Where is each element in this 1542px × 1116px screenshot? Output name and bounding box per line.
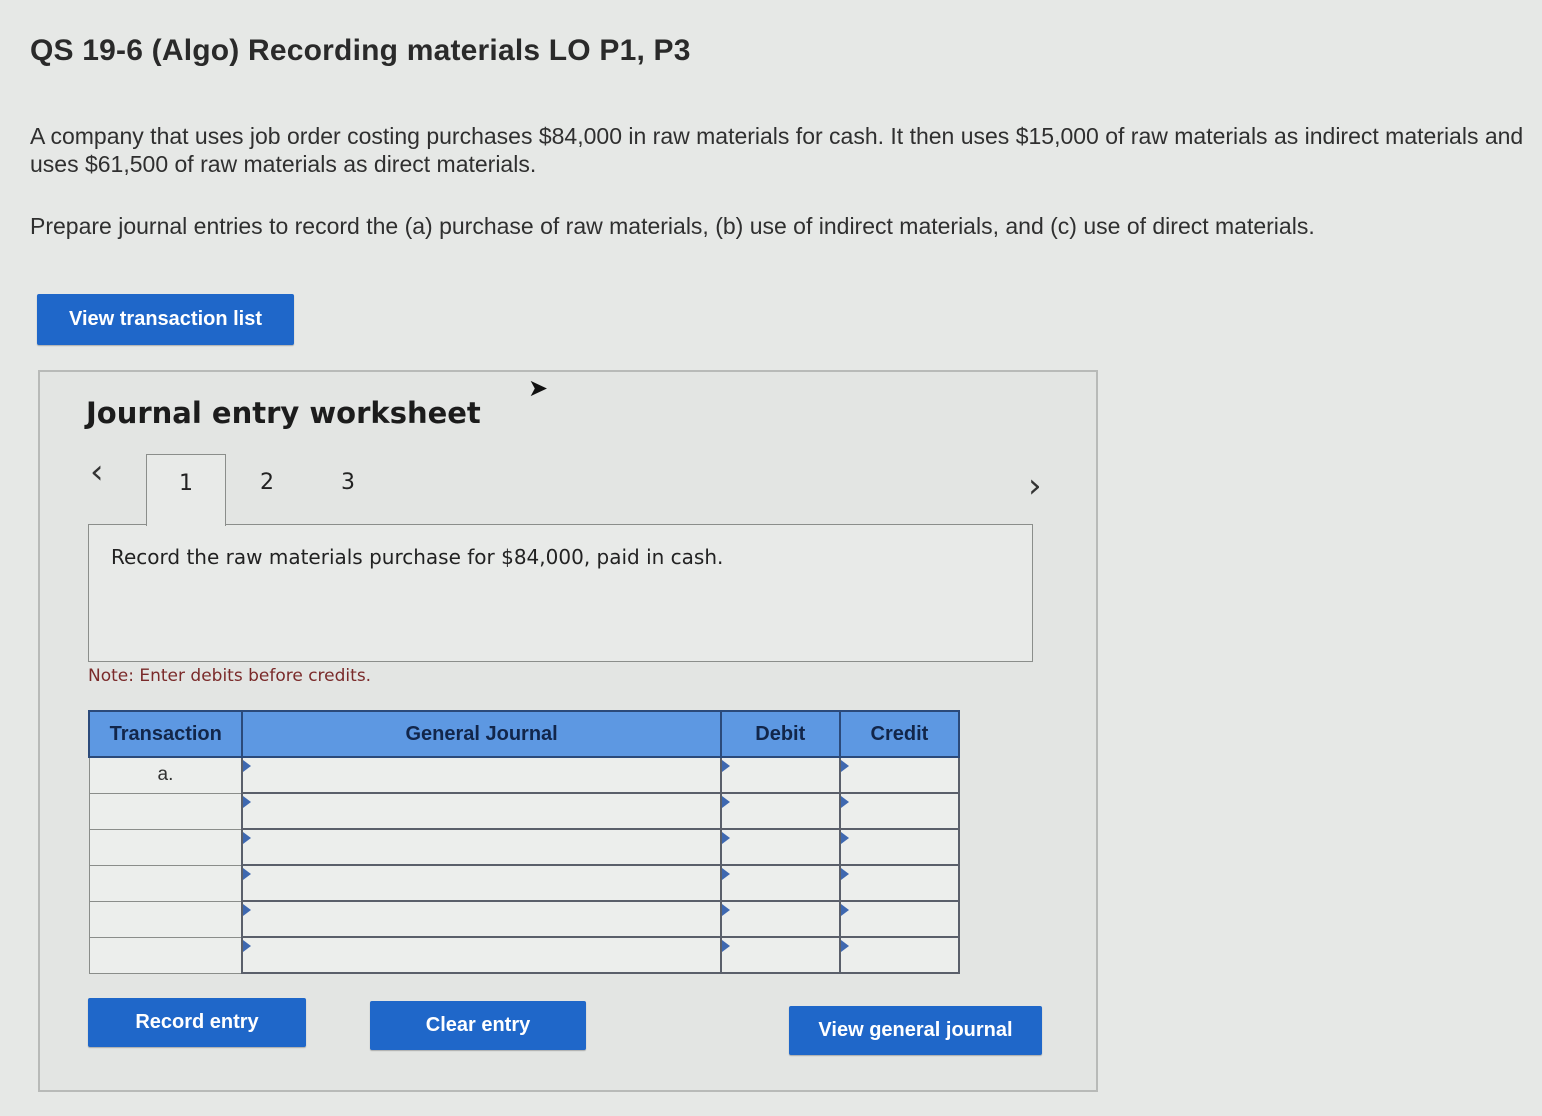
table-row: a. bbox=[88, 756, 961, 794]
page-title: QS 19-6 (Algo) Recording materials LO P1… bbox=[30, 34, 691, 67]
debit-input[interactable] bbox=[719, 864, 841, 902]
prompt-text: Record the raw materials purchase for $8… bbox=[111, 545, 724, 569]
record-entry-button[interactable]: Record entry bbox=[88, 998, 306, 1047]
prompt-box: Record the raw materials purchase for $8… bbox=[88, 524, 1033, 662]
credit-input[interactable] bbox=[838, 900, 961, 938]
debit-input[interactable] bbox=[719, 828, 841, 866]
tab-1[interactable]: 1 bbox=[146, 454, 226, 526]
mouse-cursor-icon: ➤ bbox=[528, 375, 549, 402]
transaction-cell bbox=[88, 792, 243, 830]
debit-input[interactable] bbox=[719, 792, 841, 830]
worksheet-title: Journal entry worksheet bbox=[86, 396, 481, 430]
credit-input[interactable] bbox=[838, 828, 961, 866]
problem-instructions: Prepare journal entries to record the (a… bbox=[30, 213, 1315, 239]
credit-input[interactable] bbox=[838, 792, 961, 830]
table-row bbox=[88, 828, 961, 866]
column-header-credit: Credit bbox=[838, 710, 961, 758]
chevron-left-icon[interactable]: ‹ bbox=[90, 452, 104, 492]
account-input[interactable] bbox=[241, 936, 722, 974]
table-row bbox=[88, 900, 961, 938]
credit-input[interactable] bbox=[838, 936, 961, 974]
table-row bbox=[88, 792, 961, 830]
table-row bbox=[88, 864, 961, 902]
account-input[interactable] bbox=[241, 828, 722, 866]
column-header-debit: Debit bbox=[719, 710, 841, 758]
transaction-cell bbox=[88, 864, 243, 902]
debit-input[interactable] bbox=[719, 936, 841, 974]
credit-input[interactable] bbox=[838, 864, 961, 902]
column-header-transaction: Transaction bbox=[87, 710, 244, 758]
transaction-cell bbox=[88, 900, 243, 938]
note-text: Note: Enter debits before credits. bbox=[88, 666, 372, 686]
transaction-cell bbox=[88, 828, 243, 866]
problem-description: A company that uses job order costing pu… bbox=[30, 123, 1524, 177]
journal-table: Transaction General Journal Debit Credit… bbox=[87, 710, 961, 974]
credit-input[interactable] bbox=[838, 756, 961, 794]
view-general-journal-button[interactable]: View general journal bbox=[789, 1006, 1042, 1055]
view-transaction-list-button[interactable]: View transaction list bbox=[37, 294, 294, 345]
table-row bbox=[88, 936, 961, 974]
clear-entry-button[interactable]: Clear entry bbox=[370, 1001, 586, 1050]
account-input[interactable] bbox=[241, 900, 722, 938]
transaction-cell bbox=[88, 936, 243, 974]
account-input[interactable] bbox=[241, 756, 722, 794]
debit-input[interactable] bbox=[719, 900, 841, 938]
transaction-cell: a. bbox=[88, 756, 243, 794]
account-input[interactable] bbox=[241, 792, 722, 830]
tab-2[interactable]: 2 bbox=[260, 470, 274, 495]
tab-3[interactable]: 3 bbox=[341, 470, 355, 495]
account-input[interactable] bbox=[241, 864, 722, 902]
column-header-general-journal: General Journal bbox=[241, 710, 722, 758]
chevron-right-icon[interactable]: › bbox=[1028, 466, 1042, 506]
journal-entry-worksheet: Journal entry worksheet ‹ 1 2 3 › Record… bbox=[38, 370, 1098, 1092]
debit-input[interactable] bbox=[719, 756, 841, 794]
